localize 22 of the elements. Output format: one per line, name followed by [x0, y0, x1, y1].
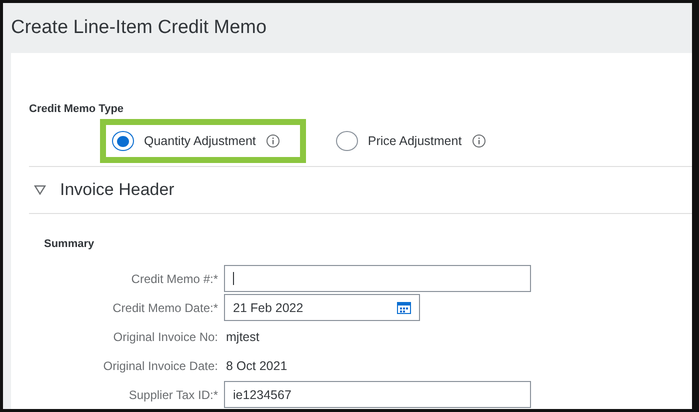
info-icon[interactable]: [266, 134, 280, 148]
field-label: Original Invoice Date:: [102, 358, 219, 372]
radio-button[interactable]: [336, 131, 358, 151]
field-label: Original Invoice No:: [112, 330, 219, 344]
radio-label[interactable]: Quantity Adjustment: [144, 134, 256, 148]
radio-label[interactable]: Price Adjustment: [368, 134, 462, 148]
subsection-title: Summary: [44, 238, 96, 250]
field-label: Supplier Tax ID:*: [128, 388, 219, 402]
field-value: mjtest: [225, 330, 260, 344]
section-title: Invoice Header: [60, 180, 174, 200]
collapse-triangle-icon[interactable]: [34, 185, 46, 195]
field-value: 8 Oct 2021: [225, 358, 288, 372]
calendar-icon[interactable]: [397, 301, 411, 314]
radio-button[interactable]: [112, 131, 134, 151]
input-field[interactable]: ie1234567: [224, 381, 531, 408]
field-label: Credit Memo #:*: [130, 272, 219, 286]
field-label: Credit Memo Type: [29, 102, 125, 116]
window-title: Create Line-Item Credit Memo: [11, 17, 267, 39]
date-field[interactable]: 21 Feb 2022: [224, 294, 420, 321]
field-label: Credit Memo Date:*: [112, 300, 219, 314]
info-icon[interactable]: [472, 134, 486, 148]
input-field[interactable]: [224, 265, 531, 292]
